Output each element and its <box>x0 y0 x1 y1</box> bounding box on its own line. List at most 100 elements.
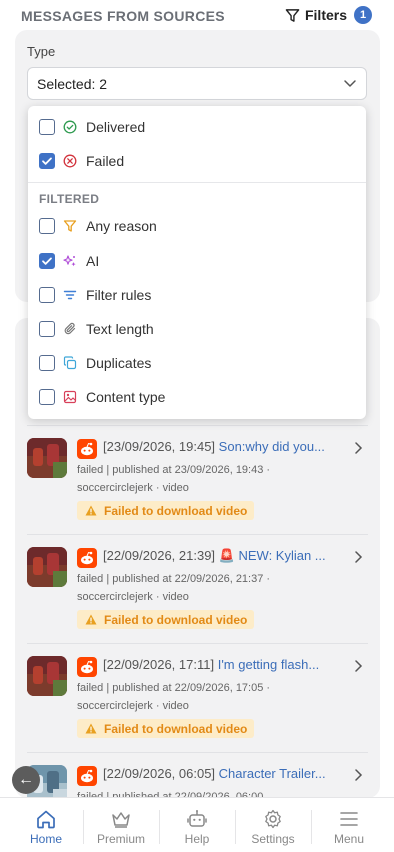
text-length-checkbox[interactable] <box>39 321 55 337</box>
image-icon <box>63 390 77 404</box>
bottom-nav: Home Premium Help Settings Menu <box>0 797 394 852</box>
warning-badge: Failed to download video <box>77 501 255 520</box>
page-title: MESSAGES FROM SOURCES <box>21 8 225 24</box>
warning-text: Failed to download video <box>104 612 248 627</box>
x-circle-icon <box>63 154 77 168</box>
nav-help[interactable]: Help <box>159 798 235 852</box>
hamburger-menu-icon <box>340 812 358 826</box>
warning-icon <box>85 614 97 625</box>
message-title: [22/09/2026, 06:05] Character Trailer... <box>103 766 353 784</box>
chevron-right-icon <box>355 769 363 781</box>
option-label: Any reason <box>86 218 157 234</box>
back-arrow-button[interactable]: ← <box>12 766 40 794</box>
nav-label: Help <box>184 832 210 846</box>
nav-label: Menu <box>333 832 365 846</box>
content-type-checkbox[interactable] <box>39 389 55 405</box>
app-root: MESSAGES FROM SOURCES Filters 1 Type Sel… <box>0 0 394 852</box>
chevron-right-icon <box>355 660 363 672</box>
robot-icon <box>187 810 207 827</box>
filters-count-badge: 1 <box>354 6 372 24</box>
nav-label: Home <box>29 832 62 846</box>
sparkles-icon <box>63 255 76 267</box>
message-timestamp: [22/09/2026, 06:05] <box>103 766 216 781</box>
page-header: MESSAGES FROM SOURCES Filters 1 <box>0 0 394 30</box>
divider <box>27 425 368 426</box>
reddit-icon <box>77 766 97 786</box>
option-duplicates[interactable]: Duplicates <box>28 349 366 377</box>
filtered-section-heading: FILTERED <box>39 192 100 206</box>
message-timestamp: [22/09/2026, 21:39] <box>103 548 216 563</box>
chevron-right-icon <box>355 442 363 454</box>
divider <box>27 643 368 644</box>
gear-icon <box>265 809 281 829</box>
duplicates-checkbox[interactable] <box>39 355 55 371</box>
thumbnail <box>27 547 67 587</box>
nav-menu[interactable]: Menu <box>311 798 387 852</box>
message-source: soccercirclejerk · video <box>77 700 189 712</box>
option-label: Text length <box>86 321 154 337</box>
message-timestamp: [22/09/2026, 17:11] <box>103 657 215 672</box>
type-label: Type <box>27 44 56 59</box>
filters-button[interactable]: Filters 1 <box>285 5 372 25</box>
filter-rules-checkbox[interactable] <box>39 287 55 303</box>
failed-checkbox[interactable] <box>39 153 55 169</box>
option-filter-rules[interactable]: Filter rules <box>28 281 366 309</box>
any-reason-checkbox[interactable] <box>39 218 55 234</box>
home-icon <box>37 810 55 829</box>
message-status: failed | published at 23/09/2026, 19:43 … <box>77 464 271 476</box>
type-select-value: Selected: 2 <box>37 75 108 92</box>
reddit-icon <box>77 439 97 459</box>
list-item[interactable]: [22/09/2026, 17:11] I'm getting flash...… <box>15 643 380 751</box>
reddit-icon <box>77 548 97 568</box>
divider <box>27 752 368 753</box>
message-timestamp: [23/09/2026, 19:45] <box>103 439 216 454</box>
copy-icon <box>63 356 77 370</box>
message-title: [22/09/2026, 21:39] 🚨 NEW: Kylian ... <box>103 548 353 566</box>
message-title-text: Character Trailer... <box>218 766 326 781</box>
type-select[interactable]: Selected: 2 <box>27 67 367 100</box>
filters-label: Filters <box>304 7 347 23</box>
ai-checkbox[interactable] <box>39 253 55 269</box>
option-content-type[interactable]: Content type <box>28 383 366 411</box>
list-item[interactable]: [23/09/2026, 19:45] Son:why did you... f… <box>15 425 380 533</box>
reddit-icon <box>77 657 97 677</box>
chevron-down-icon <box>344 80 356 87</box>
chevron-right-icon <box>355 551 363 563</box>
divider <box>27 534 368 535</box>
paperclip-icon <box>64 322 76 335</box>
delivered-checkbox[interactable] <box>39 119 55 135</box>
thumbnail <box>27 438 67 478</box>
arrow-left-icon: ← <box>18 771 34 788</box>
divider <box>28 182 366 183</box>
option-text-length[interactable]: Text length <box>28 315 366 343</box>
message-source: soccercirclejerk · video <box>77 482 189 494</box>
message-source: soccercirclejerk · video <box>77 591 189 603</box>
option-ai[interactable]: AI <box>28 247 366 275</box>
nav-premium[interactable]: Premium <box>83 798 159 852</box>
option-label: Delivered <box>86 119 146 135</box>
check-circle-icon <box>63 120 77 134</box>
message-title-text: Son:why did you... <box>218 439 325 454</box>
message-title: [22/09/2026, 17:11] I'm getting flash... <box>103 657 353 675</box>
warning-badge: Failed to download video <box>77 610 255 629</box>
nav-label: Settings <box>251 832 295 846</box>
message-title-text: 🚨 NEW: Kylian ... <box>218 548 326 563</box>
option-label: Failed <box>86 153 125 169</box>
option-delivered[interactable]: Delivered <box>28 113 366 141</box>
warning-icon <box>85 723 97 734</box>
nav-settings[interactable]: Settings <box>235 798 311 852</box>
option-label: Duplicates <box>86 355 152 371</box>
warning-badge: Failed to download video <box>77 719 255 738</box>
nav-home[interactable]: Home <box>8 798 84 852</box>
option-label: AI <box>86 253 100 269</box>
message-title: [23/09/2026, 19:45] Son:why did you... <box>103 439 353 457</box>
crown-icon <box>112 812 130 828</box>
warning-text: Failed to download video <box>104 721 248 736</box>
list-item[interactable]: [22/09/2026, 21:39] 🚨 NEW: Kylian ... fa… <box>15 534 380 642</box>
option-failed[interactable]: Failed <box>28 147 366 175</box>
funnel-icon <box>63 220 77 232</box>
message-status: failed | published at 22/09/2026, 21:37 … <box>77 573 271 585</box>
message-title-text: I'm getting flash... <box>217 657 320 672</box>
option-any-reason[interactable]: Any reason <box>28 212 366 240</box>
nav-label: Premium <box>96 832 145 846</box>
